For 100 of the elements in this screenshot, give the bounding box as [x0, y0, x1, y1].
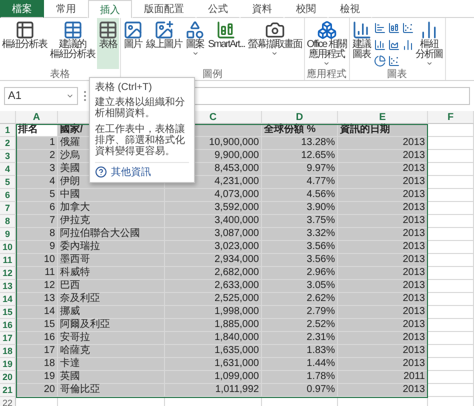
row-header[interactable]: 8 — [0, 215, 16, 228]
table-cell: 3,592,000 — [165, 202, 262, 215]
table-cell: 2,633,000 — [165, 280, 262, 293]
table-cell: 巴西 — [58, 280, 165, 293]
table-cell — [428, 124, 474, 137]
table-cell: 加拿大 — [58, 202, 165, 215]
ribbon-button[interactable]: SmartArt... — [207, 18, 246, 69]
column-chart-icon[interactable] — [402, 38, 414, 51]
table-cell — [428, 163, 474, 176]
group-label: 圖表 — [386, 69, 408, 80]
table-cell — [428, 189, 474, 202]
help-icon — [95, 166, 107, 178]
table-cell: 3 — [16, 163, 58, 176]
row-header[interactable]: 11 — [0, 254, 16, 267]
table-cell — [428, 241, 474, 254]
ribbon-button[interactable]: 表格 — [97, 18, 119, 69]
row-header[interactable]: 4 — [0, 163, 16, 176]
column-header[interactable]: A — [16, 111, 58, 124]
pivot-table-icon — [14, 20, 34, 40]
table-cell — [428, 306, 474, 319]
column-header[interactable]: E — [338, 111, 428, 124]
table-cell: 委內瑞拉 — [58, 241, 165, 254]
ribbon-button[interactable]: 建議的 樞紐分析表 — [49, 18, 96, 69]
table-cell: 2.62% — [262, 293, 338, 306]
row-header[interactable]: 18 — [0, 345, 16, 358]
ribbon-button[interactable]: 樞紐 分析圖 — [414, 18, 444, 69]
row-header[interactable]: 17 — [0, 332, 16, 345]
table-cell: 2,934,000 — [165, 254, 262, 267]
table-cell: 3.75% — [262, 215, 338, 228]
shapes-icon — [185, 20, 205, 40]
table-cell: 1.83% — [262, 345, 338, 358]
row-header[interactable]: 14 — [0, 293, 16, 306]
ribbon-button[interactable]: 建議 圖表 — [350, 18, 373, 69]
row-header[interactable]: 9 — [0, 228, 16, 241]
table-cell — [428, 254, 474, 267]
bar-chart-icon[interactable] — [374, 38, 386, 51]
row-header[interactable]: 21 — [0, 384, 16, 397]
row-header[interactable]: 20 — [0, 371, 16, 384]
ribbon-button[interactable]: 圖片 — [122, 18, 144, 69]
table-cell: 2013 — [338, 280, 428, 293]
table-cell: 挪威 — [58, 306, 165, 319]
table-cell: 2,525,000 — [165, 293, 262, 306]
row-header[interactable]: 1 — [0, 124, 16, 137]
group-label: 應用程式 — [306, 69, 348, 80]
ribbon-button[interactable]: Office 相關 應用程式 — [306, 18, 348, 69]
table-cell: 科威特 — [58, 267, 165, 280]
table-cell: 2013 — [338, 293, 428, 306]
pie-chart-icon[interactable] — [374, 55, 386, 68]
table-cell: 1 — [16, 137, 58, 150]
table-cell: 2.31% — [262, 332, 338, 345]
table-cell: 11 — [16, 267, 58, 280]
table-cell: 8 — [16, 228, 58, 241]
ribbon-button[interactable]: 線上圖片 — [145, 18, 183, 69]
image-icon — [123, 20, 143, 40]
table-cell: 3.56% — [262, 241, 338, 254]
table-cell: 2 — [16, 150, 58, 163]
table-cell — [428, 358, 474, 371]
row-header[interactable]: 6 — [0, 189, 16, 202]
table-cell — [428, 319, 474, 332]
table-cell: 13 — [16, 293, 58, 306]
table-cell: 4.77% — [262, 176, 338, 189]
table-cell: 1,631,000 — [165, 358, 262, 371]
name-box[interactable]: A1 — [4, 87, 78, 105]
ribbon-button[interactable]: 圖案 — [184, 18, 206, 69]
table-cell: 2013 — [338, 332, 428, 345]
bar-chart-icon — [352, 20, 372, 40]
scatter-icon[interactable] — [402, 22, 414, 34]
scatter-icon[interactable] — [388, 55, 400, 68]
table-cell: 2013 — [338, 384, 428, 397]
help-link[interactable]: 其他資訊 — [95, 162, 189, 178]
ribbon-tab[interactable]: 插入 — [88, 0, 132, 18]
row-header[interactable]: 5 — [0, 176, 16, 189]
row-header[interactable]: 10 — [0, 241, 16, 254]
row-header[interactable]: 19 — [0, 358, 16, 371]
table-cell: 阿拉伯聯合大公國 — [58, 228, 165, 241]
table-cell — [428, 280, 474, 293]
column-header[interactable]: F — [428, 111, 474, 124]
row-header[interactable]: 22 — [0, 397, 16, 406]
table-cell — [428, 345, 474, 358]
row-header[interactable]: 2 — [0, 137, 16, 150]
row-header[interactable]: 16 — [0, 319, 16, 332]
table-cell: 4.56% — [262, 189, 338, 202]
table-cell: 1.78% — [262, 371, 338, 384]
column-chart-icon[interactable] — [388, 22, 400, 34]
row-header[interactable]: 13 — [0, 280, 16, 293]
row-header[interactable]: 15 — [0, 306, 16, 319]
row-header[interactable]: 7 — [0, 202, 16, 215]
bar-chart-icon[interactable] — [374, 22, 386, 34]
ribbon-tab[interactable]: 檔案 — [0, 0, 44, 18]
ribbon-button[interactable]: 樞紐分析表 — [1, 18, 48, 69]
ribbon-button[interactable]: 螢幕擷取畫面 — [246, 18, 303, 69]
table-cell: 12 — [16, 280, 58, 293]
row-header[interactable]: 12 — [0, 267, 16, 280]
table-cell: 3.32% — [262, 228, 338, 241]
table-cell: 英國 — [58, 371, 165, 384]
table-cell: 1,840,000 — [165, 332, 262, 345]
column-header[interactable]: D — [262, 111, 338, 124]
row-header[interactable]: 3 — [0, 150, 16, 163]
table-cell: 12.65% — [262, 150, 338, 163]
area-chart-icon[interactable] — [388, 38, 400, 51]
